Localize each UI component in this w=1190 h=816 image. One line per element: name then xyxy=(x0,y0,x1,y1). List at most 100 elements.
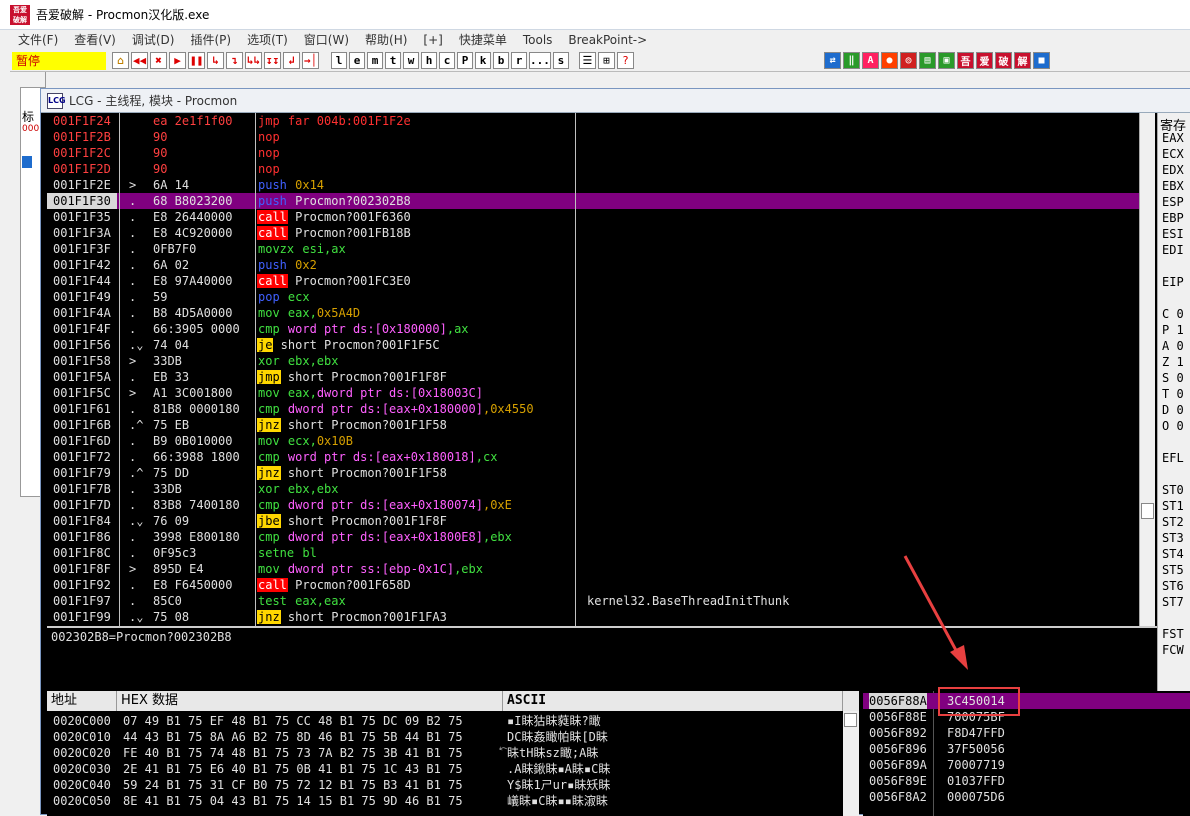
register-label[interactable]: EDX xyxy=(1162,163,1184,177)
dump-row[interactable]: 0020C030 2E 41 B1 75 E6 40 B1 75 0B 41 B1… xyxy=(47,761,859,777)
disasm-row[interactable]: 001F1F42. 6A 02 push 0x2 xyxy=(47,257,1139,273)
plugin-button-icon[interactable]: ● xyxy=(881,52,898,69)
toolbar-button-icon[interactable]: ↳↳ xyxy=(245,52,262,69)
toolbar-button-icon[interactable]: ✖ xyxy=(150,52,167,69)
disasm-row[interactable]: 001F1F2E >6A 14 push 0x14 xyxy=(47,177,1139,193)
toolbar-window-button[interactable]: s xyxy=(552,52,569,69)
menu-item[interactable]: BreakPoint-> xyxy=(560,33,655,47)
disasm-row[interactable]: 001F1F56 .⌄ 74 04 je short Procmon?001F1F5C xyxy=(47,337,1139,353)
dump-header-ascii[interactable]: ASCII xyxy=(503,691,843,711)
disassembly-scrollbar[interactable] xyxy=(1139,113,1155,626)
toolbar-extra-icon[interactable]: ? xyxy=(616,52,634,69)
toolbar-extra-icon[interactable]: ⊞ xyxy=(597,52,615,69)
disasm-row[interactable]: 001F1F49. 59 pop ecx xyxy=(47,289,1139,305)
register-label[interactable]: EIP xyxy=(1162,275,1184,289)
menu-item[interactable]: [+] xyxy=(415,33,450,47)
register-label[interactable]: D 0 xyxy=(1162,403,1184,417)
register-label[interactable]: ST7 xyxy=(1162,595,1184,609)
toolbar-window-button[interactable]: b xyxy=(493,52,509,69)
plugin-button-icon[interactable]: ▣ xyxy=(938,52,955,69)
disasm-row[interactable]: 001F1F5C > A1 3C001800 mov eax,dword ptr ds… xyxy=(47,385,1139,401)
dump-header-hex[interactable]: HEX 数据 xyxy=(117,691,503,711)
register-label[interactable]: EDI xyxy=(1162,243,1184,257)
disasm-row[interactable]: 001F1F3A. E8 4C920000 call Procmon?001FB18… xyxy=(47,225,1139,241)
stack-row[interactable]: 0056F8A2 000075D6 xyxy=(863,789,1190,805)
register-label[interactable]: EBP xyxy=(1162,211,1184,225)
register-label[interactable]: FST xyxy=(1162,627,1184,641)
toolbar-window-button[interactable]: e xyxy=(349,52,365,69)
disasm-row[interactable]: 001F1F84 .⌄ 76 09 jbe short Procmon?001F1F8… xyxy=(47,513,1139,529)
disasm-row[interactable]: 001F1F99 .⌄ 75 08 jnz short Procmon?001F1FA… xyxy=(47,609,1139,625)
scrollbar-thumb[interactable] xyxy=(844,713,857,727)
stack-row[interactable]: 0056F89E 01037FFD xyxy=(863,773,1190,789)
stack-pane[interactable]: 0056F88A 3C450014 0056F88E 700075BF 0056F892… xyxy=(863,691,1190,816)
register-label[interactable]: FCW xyxy=(1162,643,1184,657)
scrollbar-thumb[interactable] xyxy=(1141,503,1154,519)
disasm-row[interactable]: 001F1F4A. B8 4D5A0000 mov eax,0x5A4D xyxy=(47,305,1139,321)
toolbar-button-icon[interactable]: ↧↧ xyxy=(264,52,281,69)
disasm-row[interactable]: 001F1F61. 81B8 0000180 cmp dword ptr ds:[e… xyxy=(47,401,1139,417)
menu-item[interactable]: 插件(P) xyxy=(182,31,239,48)
toolbar-window-button[interactable]: t xyxy=(385,52,401,69)
disasm-row[interactable]: 001F1F7D. 83B8 7400180 cmp dword ptr ds:[e… xyxy=(47,497,1139,513)
register-label[interactable]: ESP xyxy=(1162,195,1184,209)
plugin-button-icon[interactable]: 破 xyxy=(995,52,1012,69)
register-label[interactable]: ST3 xyxy=(1162,531,1184,545)
menu-item[interactable]: 选项(T) xyxy=(239,31,296,48)
disasm-row[interactable]: 001F1F2C 90 nop xyxy=(47,145,1139,161)
disasm-row[interactable]: 001F1F7B. 33DB xor ebx,ebx xyxy=(47,481,1139,497)
toolbar-button-icon[interactable]: ↴ xyxy=(226,52,243,69)
toolbar-extra-icon[interactable]: ☰ xyxy=(578,52,596,69)
toolbar-window-button[interactable]: w xyxy=(403,52,419,69)
toolbar-window-button[interactable]: r xyxy=(511,52,527,69)
toolbar-window-button[interactable]: ... xyxy=(529,52,551,69)
menu-item[interactable]: 调试(D) xyxy=(124,31,183,48)
toolbar-button-icon[interactable]: ▶ xyxy=(169,52,186,69)
register-label[interactable]: A 0 xyxy=(1162,339,1184,353)
plugin-button-icon[interactable]: ▤ xyxy=(919,52,936,69)
disasm-row[interactable]: 001F1F4F. 66:3905 0000 cmp word ptr ds:[0x… xyxy=(47,321,1139,337)
disasm-row[interactable]: 001F1F6D. B9 0B010000 mov ecx,0x10B xyxy=(47,433,1139,449)
menu-item[interactable]: 帮助(H) xyxy=(357,31,415,48)
register-label[interactable]: Z 1 xyxy=(1162,355,1184,369)
memory-dump-pane[interactable]: 地址 HEX 数据 ASCII 0020C000 07 49 B1 75 EF 4… xyxy=(47,691,859,816)
cpu-window-titlebar[interactable]: LCG LCG - 主线程, 模块 - Procmon xyxy=(41,89,1190,113)
disasm-row[interactable]: 001F1F3F. 0FB7F0 movzx esi,ax xyxy=(47,241,1139,257)
stack-row[interactable]: 0056F892 F8D47FFD xyxy=(863,725,1190,741)
disasm-row[interactable]: 001F1F72. 66:3988 1800 cmp word ptr ds:[ea… xyxy=(47,449,1139,465)
toolbar-window-button[interactable]: h xyxy=(421,52,437,69)
register-label[interactable]: P 1 xyxy=(1162,323,1184,337)
register-label[interactable]: ST6 xyxy=(1162,579,1184,593)
plugin-button-icon[interactable]: ‖ xyxy=(843,52,860,69)
toolbar-window-button[interactable]: P xyxy=(457,52,473,69)
menu-item[interactable]: Tools xyxy=(515,33,561,47)
disasm-row[interactable]: 001F1F6B .^ 75 EB jnz short Procmon?001F1F5… xyxy=(47,417,1139,433)
register-label[interactable]: EBX xyxy=(1162,179,1184,193)
toolbar-button-icon[interactable]: →│ xyxy=(302,52,319,69)
dump-row[interactable]: 0020C040 59 24 B1 75 31 CF B0 75 72 12 B1… xyxy=(47,777,859,793)
toolbar-window-button[interactable]: k xyxy=(475,52,491,69)
toolbar-window-button[interactable]: l xyxy=(331,52,347,69)
menu-item[interactable]: 窗口(W) xyxy=(296,31,357,48)
register-label[interactable]: O 0 xyxy=(1162,419,1184,433)
disasm-row[interactable]: 001F1F5A. EB 33 jmp short Procmon?001F1F8F xyxy=(47,369,1139,385)
stack-row[interactable]: 0056F88E 700075BF xyxy=(863,709,1190,725)
plugin-button-icon[interactable]: 爱 xyxy=(976,52,993,69)
disasm-row[interactable]: 001F1F30. 68 B8023200 push Procmon?002302B… xyxy=(47,193,1139,209)
disassembly-pane[interactable]: 001F1F24 ea 2e1f1f00 jmp far 004b:001F1F2e… xyxy=(47,113,1139,626)
stack-row[interactable]: 0056F89A 70007719 xyxy=(863,757,1190,773)
disasm-row[interactable]: 001F1F44. E8 97A40000 call Procmon?001FC3E… xyxy=(47,273,1139,289)
toolbar-button-icon[interactable]: ❚❚ xyxy=(188,52,205,69)
register-label[interactable]: S 0 xyxy=(1162,371,1184,385)
dump-row[interactable]: 0020C020 FE 40 B1 75 74 48 B1 75 73 7A B2… xyxy=(47,745,859,761)
disasm-row[interactable]: 001F1F8C. 0F95c3 setne bl xyxy=(47,545,1139,561)
toolbar-button-icon[interactable]: ⌂ xyxy=(112,52,129,69)
toolbar-button-icon[interactable]: ↳ xyxy=(207,52,224,69)
register-label[interactable]: ST4 xyxy=(1162,547,1184,561)
plugin-button-icon[interactable]: ◎ xyxy=(900,52,917,69)
register-label[interactable]: ST0 xyxy=(1162,483,1184,497)
register-label[interactable]: ST2 xyxy=(1162,515,1184,529)
disasm-row[interactable]: 001F1F86. 3998 E800180 cmp dword ptr ds:[e… xyxy=(47,529,1139,545)
plugin-button-icon[interactable]: A xyxy=(862,52,879,69)
register-label[interactable]: ESI xyxy=(1162,227,1184,241)
